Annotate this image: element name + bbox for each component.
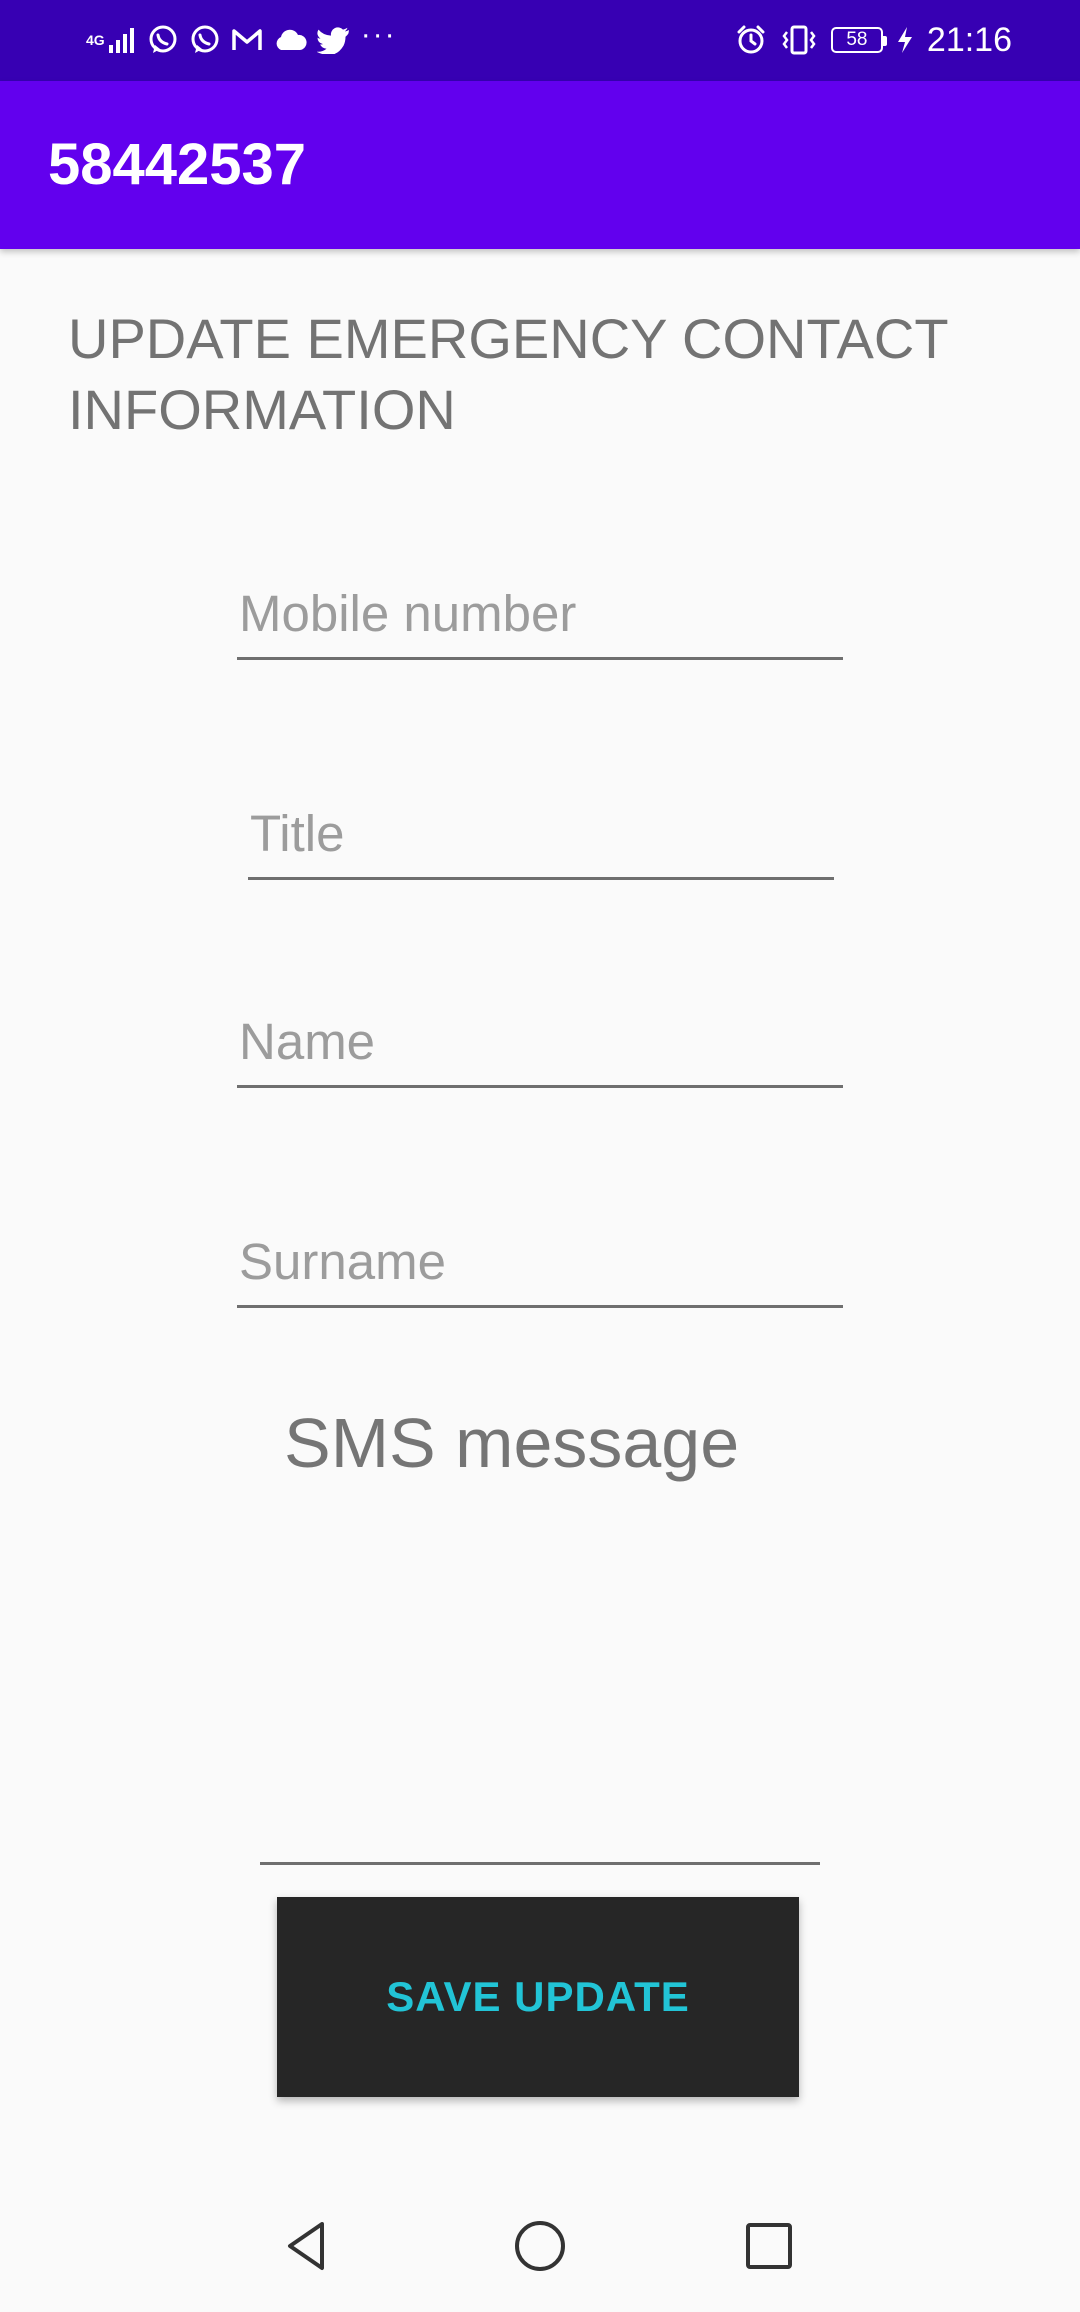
app-bar: 58442537 [0, 81, 1080, 249]
home-icon [515, 2221, 565, 2271]
status-bar: 4G ··· 58 21:16 [0, 0, 1080, 81]
mobile-number-field[interactable] [237, 580, 843, 660]
surname-field[interactable] [237, 1228, 843, 1308]
save-update-button[interactable]: SAVE UPDATE [277, 1897, 799, 2097]
page-heading: UPDATE EMERGENCY CONTACT INFORMATION [68, 307, 948, 441]
back-icon [288, 2222, 324, 2270]
clock: 21:16 [926, 21, 1012, 59]
title-field[interactable] [248, 800, 834, 880]
sms-message-field[interactable] [260, 1385, 820, 1865]
home-button[interactable] [500, 2206, 580, 2286]
alarm-icon [735, 24, 767, 56]
recents-button[interactable] [729, 2206, 809, 2286]
whatsapp-icon [189, 24, 221, 56]
network-type-label: 4G [86, 32, 105, 48]
recents-icon [746, 2223, 792, 2269]
signal-icon: 4G [86, 25, 137, 55]
charging-icon [895, 25, 915, 55]
cloud-icon [273, 28, 307, 52]
twitter-icon [316, 26, 351, 54]
name-field[interactable] [237, 1008, 843, 1088]
back-button[interactable] [268, 2206, 348, 2286]
navigation-bar [0, 2180, 1080, 2312]
more-notifications-icon: ··· [360, 18, 397, 51]
battery-icon: 58 [830, 27, 887, 53]
status-bar-system: 58 21:16 [735, 20, 1012, 60]
status-bar-notifications: 4G ··· [86, 20, 397, 60]
whatsapp-icon [147, 24, 179, 56]
app-title: 58442537 [48, 132, 307, 197]
gmail-icon [231, 26, 263, 54]
vibrate-icon [779, 24, 819, 56]
